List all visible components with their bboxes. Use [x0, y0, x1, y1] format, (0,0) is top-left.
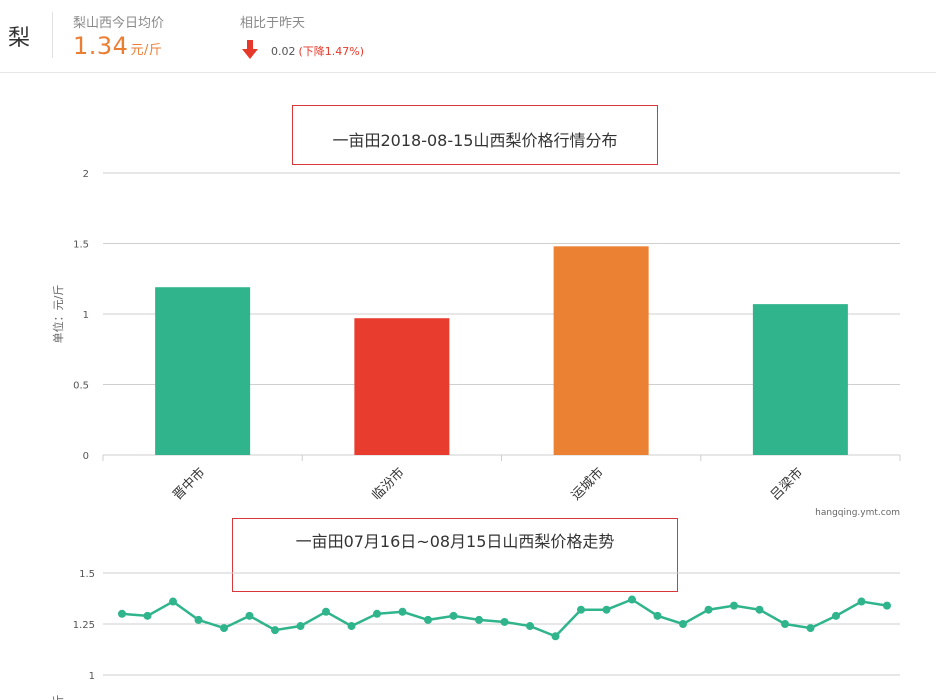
line-point	[526, 622, 534, 631]
line-chart: 1 1.25 1.5 斤	[52, 569, 900, 700]
line-point	[398, 607, 407, 616]
line-point	[118, 609, 126, 618]
line-point	[628, 595, 636, 604]
line-point	[143, 611, 152, 620]
line-point	[475, 615, 483, 624]
line-point	[653, 611, 662, 620]
line-point	[806, 624, 815, 633]
line-point	[245, 611, 254, 620]
line-point	[373, 609, 381, 618]
line-point	[449, 611, 458, 620]
line-series	[121, 598, 888, 638]
line-point	[551, 632, 560, 641]
line-point	[577, 605, 585, 614]
line-point	[883, 601, 891, 610]
line-point	[347, 622, 356, 631]
line-point	[857, 597, 866, 606]
line-point	[730, 601, 738, 610]
line-y-tick-label: 1.5	[79, 569, 95, 580]
line-point	[169, 597, 177, 606]
line-point	[832, 611, 840, 620]
line-point	[679, 620, 687, 628]
line-point	[322, 607, 330, 616]
line-point	[271, 626, 279, 635]
line-point	[755, 605, 764, 614]
line-point	[220, 624, 228, 633]
line-point	[194, 615, 203, 624]
line-y-axis-label: 斤	[52, 695, 65, 700]
line-point	[781, 620, 789, 628]
line-point	[424, 615, 432, 624]
line-point	[296, 622, 305, 631]
line-y-tick-label: 1.25	[73, 620, 95, 631]
line-point	[500, 617, 509, 626]
line-y-tick-label: 1	[89, 671, 95, 682]
line-point	[602, 605, 611, 614]
line-point	[704, 605, 713, 614]
